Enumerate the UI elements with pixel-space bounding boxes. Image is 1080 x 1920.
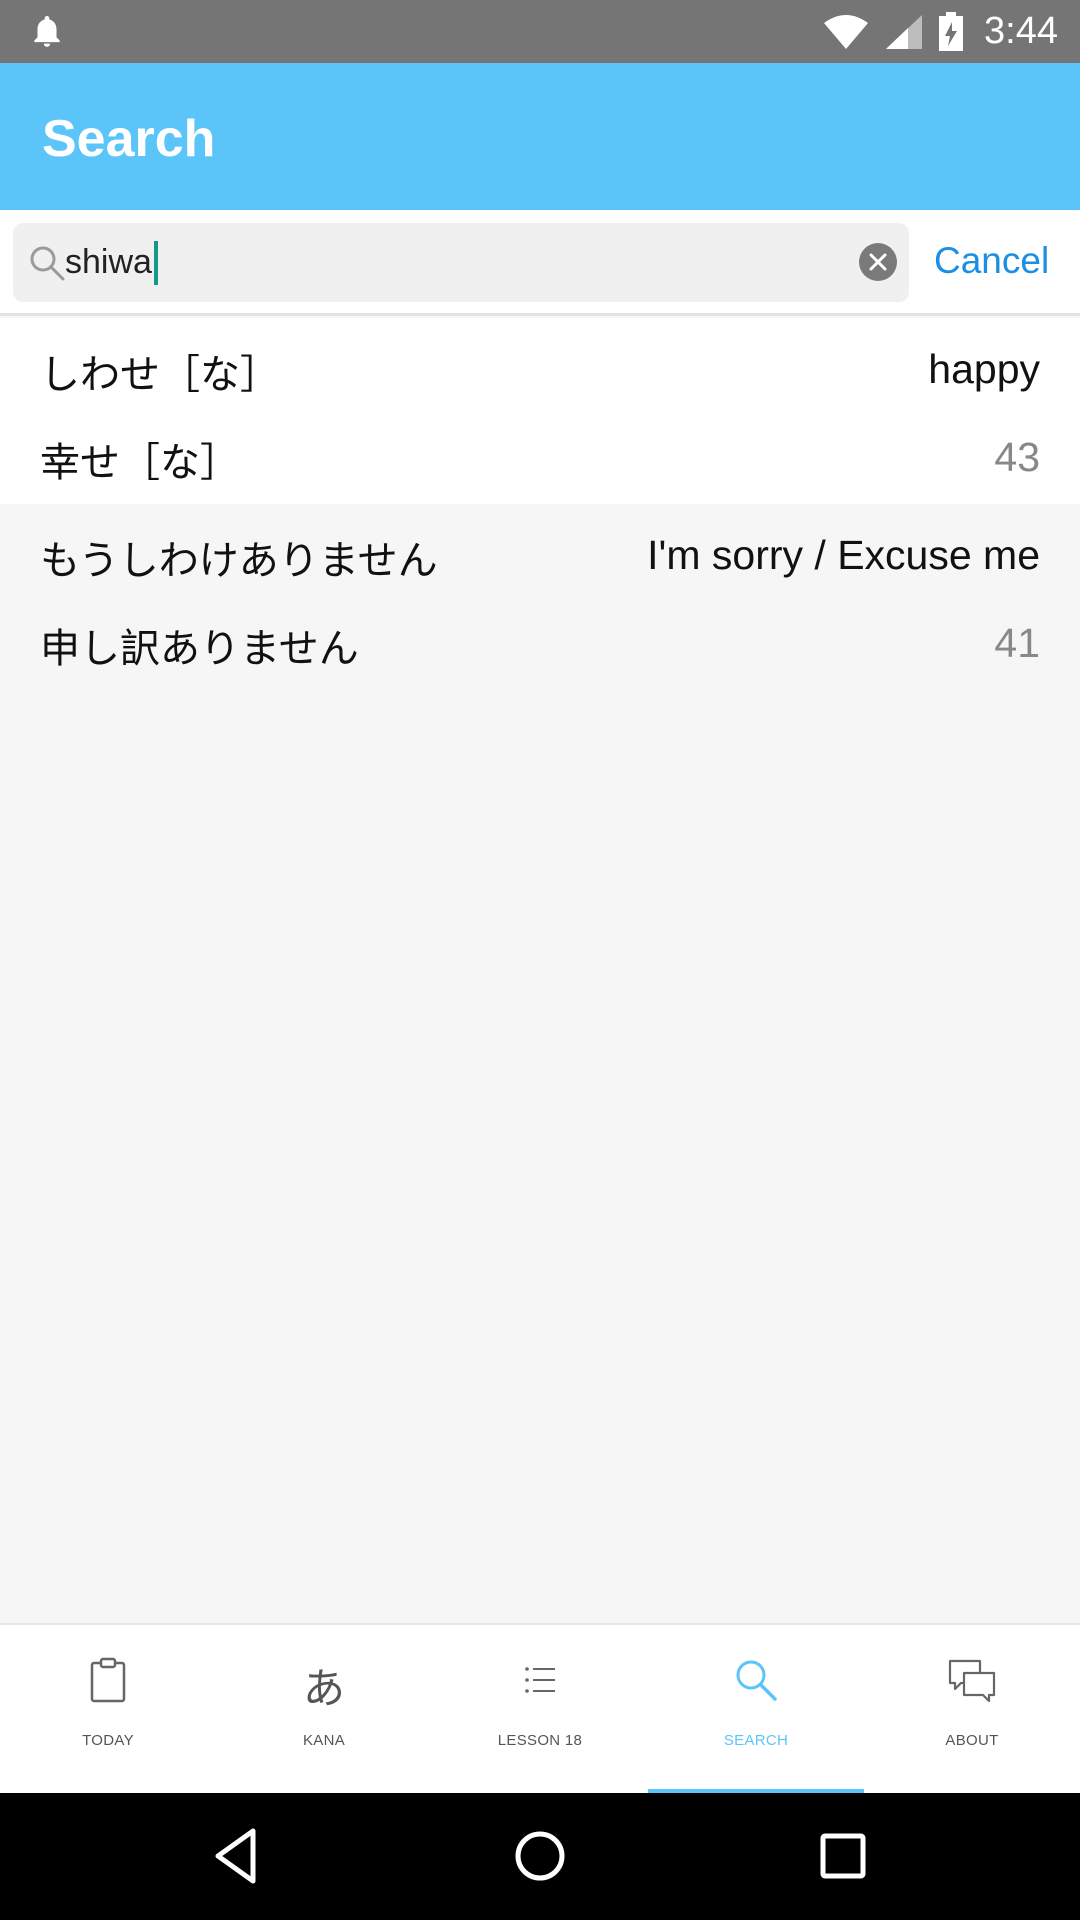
- search-icon: [30, 246, 65, 281]
- recents-icon[interactable]: [808, 1821, 878, 1891]
- tab-label: TODAY: [82, 1732, 134, 1749]
- search-row: Cancel: [0, 210, 1080, 316]
- list-item[interactable]: もうしわけありません I'm sorry / Excuse me 申し訳ありませ…: [0, 504, 1080, 690]
- tab-about[interactable]: ABOUT: [864, 1625, 1080, 1795]
- search-icon: [736, 1660, 777, 1701]
- tab-search[interactable]: SEARCH: [648, 1625, 864, 1795]
- result-meaning: happy: [928, 346, 1040, 392]
- result-kanji: 幸せ［な］: [40, 440, 240, 486]
- tab-label: LESSON 18: [497, 1732, 583, 1749]
- cell-signal-icon: [886, 14, 923, 49]
- cancel-button[interactable]: Cancel: [934, 240, 1049, 282]
- bottom-tab-bar: TODAY あ KANA LESSON 18 SEARCH ABOUT: [0, 1623, 1080, 1795]
- search-input[interactable]: [65, 233, 845, 291]
- tab-label: SEARCH: [723, 1732, 789, 1749]
- result-kana: もうしわけありません: [40, 538, 438, 584]
- list-icon: [525, 1667, 555, 1693]
- back-icon[interactable]: [203, 1821, 273, 1891]
- tab-lesson[interactable]: LESSON 18: [432, 1625, 648, 1795]
- result-kana: しわせ［な］: [40, 352, 280, 398]
- search-box[interactable]: [13, 223, 909, 302]
- result-kanji: 申し訳ありません: [40, 626, 359, 672]
- status-bar: 3:44: [0, 0, 1080, 63]
- result-meaning: I'm sorry / Excuse me: [647, 532, 1040, 578]
- tab-label: KANA: [302, 1732, 346, 1749]
- wifi-icon: [824, 14, 869, 49]
- home-icon[interactable]: [505, 1821, 575, 1891]
- system-navigation-bar: [0, 1793, 1080, 1920]
- status-icons: 3:44: [822, 0, 1058, 63]
- notification-bell-icon: [34, 15, 60, 47]
- clear-search-button[interactable]: [859, 243, 897, 281]
- status-time: 3:44: [984, 10, 1058, 52]
- tab-label: ABOUT: [945, 1732, 999, 1749]
- app-bar: Search: [0, 63, 1080, 210]
- text-cursor: [154, 241, 158, 285]
- result-lesson-number: 43: [994, 434, 1040, 480]
- tab-today[interactable]: TODAY: [0, 1625, 216, 1795]
- clipboard-icon: [90, 1657, 126, 1703]
- close-icon: [869, 253, 887, 271]
- kana-icon: あ: [302, 1664, 345, 1713]
- chat-bubbles-icon: [948, 1659, 996, 1703]
- battery-icon: [939, 11, 964, 51]
- tab-kana[interactable]: あ KANA: [216, 1625, 432, 1795]
- list-item[interactable]: しわせ［な］ happy 幸せ［な］ 43: [0, 318, 1080, 504]
- result-lesson-number: 41: [994, 620, 1040, 666]
- page-title: Search: [42, 110, 216, 168]
